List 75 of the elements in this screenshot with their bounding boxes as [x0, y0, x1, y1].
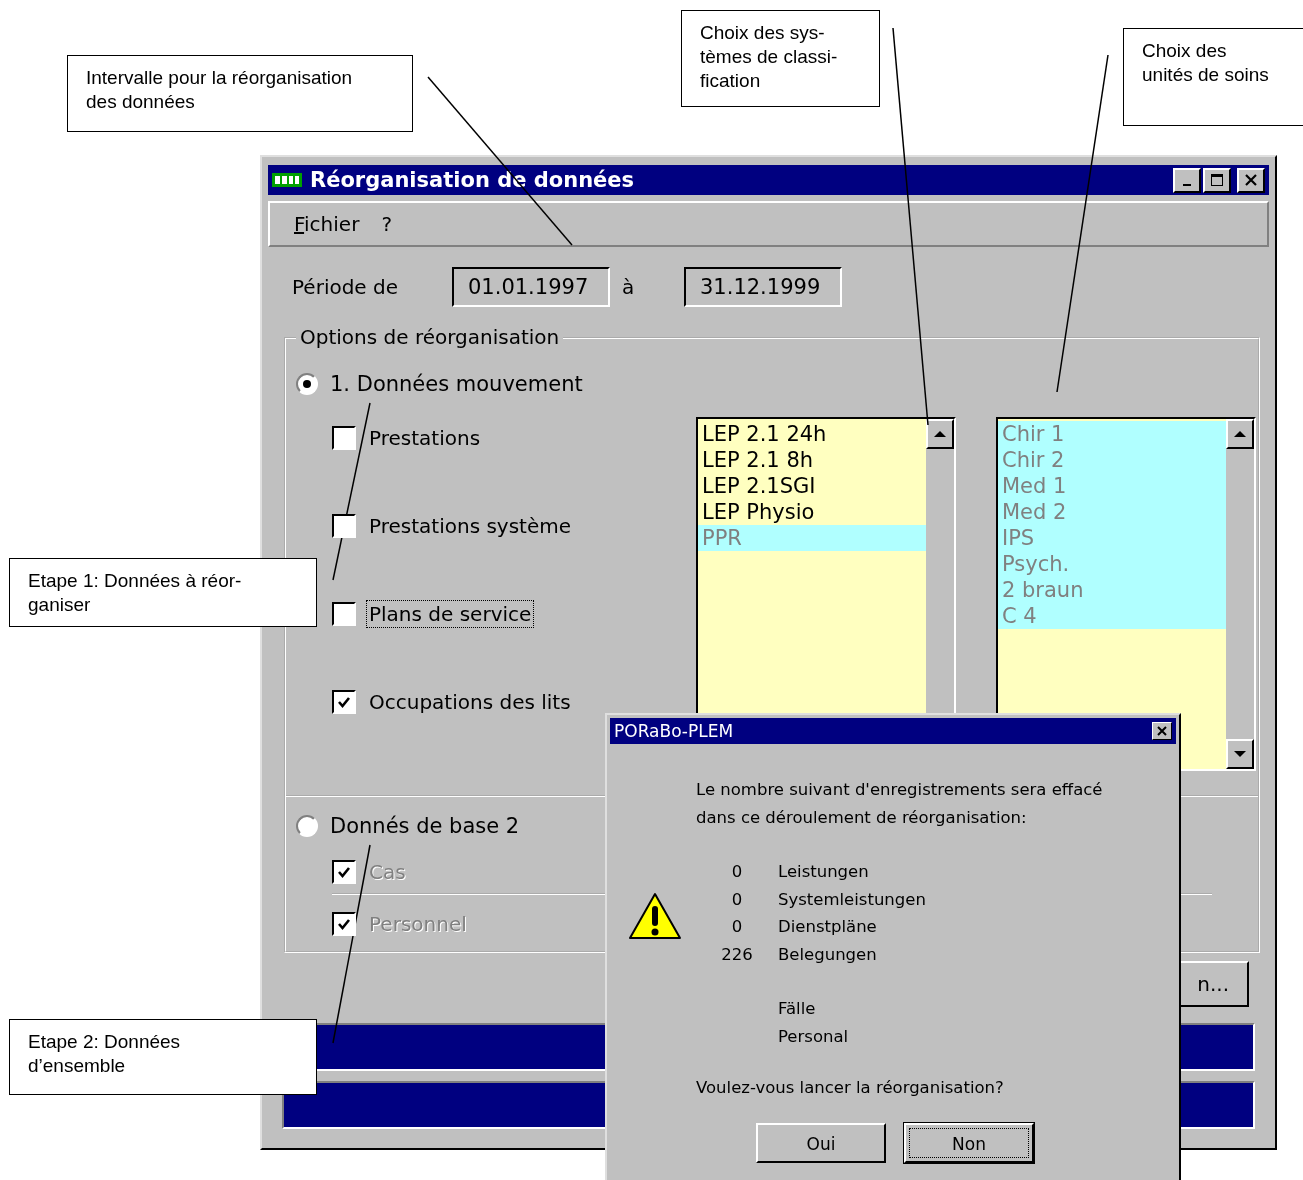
list-item[interactable]: PPR	[698, 525, 926, 551]
checkbox-label: Prestations système	[368, 513, 572, 540]
dialog-title: PORaBo-PLEM	[614, 721, 734, 741]
record-count: 0	[731, 889, 743, 909]
scrollbar[interactable]	[1226, 419, 1254, 769]
checkbox[interactable]	[332, 426, 356, 450]
list-item[interactable]: Chir 1	[998, 421, 1226, 447]
list-item[interactable]: Med 2	[998, 499, 1226, 525]
scroll-down-button[interactable]	[1226, 739, 1254, 769]
checkbox-label: Prestations	[368, 425, 482, 452]
app-icon	[272, 173, 302, 187]
record-count: 0	[731, 862, 743, 882]
dialog-button[interactable]: Oui	[756, 1123, 886, 1163]
dialog-button[interactable]: Non	[904, 1123, 1034, 1163]
callout-text: Choix des sys- tèmes de classi- fication	[681, 10, 880, 107]
scroll-up-button[interactable]	[1226, 419, 1254, 449]
checkbox-label: Personnel	[368, 911, 468, 938]
checkbox-label: Occupations des lits	[368, 689, 572, 716]
minimize-icon	[1183, 184, 1191, 186]
triangle-up-icon	[933, 430, 947, 438]
date-separator: à	[621, 275, 636, 299]
list-item[interactable]: LEP 2.1SGI	[698, 473, 926, 499]
record-type: Personal	[778, 1026, 849, 1046]
triangle-down-icon	[1233, 750, 1247, 758]
window-title: Réorganisation de données	[310, 168, 636, 192]
maximize-icon	[1210, 173, 1224, 187]
record-type: Dienstpläne	[778, 917, 877, 937]
menu-item[interactable]: ?	[381, 212, 392, 236]
list-item[interactable]: LEP Physio	[698, 499, 926, 525]
list-item[interactable]: LEP 2.1 8h	[698, 447, 926, 473]
checkbox[interactable]	[332, 602, 356, 626]
menu-item[interactable]: Fichier	[294, 212, 360, 236]
record-count: 0	[731, 917, 743, 937]
list-item[interactable]: Chir 2	[998, 447, 1226, 473]
scroll-up-button[interactable]	[926, 419, 954, 449]
checkmark-icon	[337, 865, 351, 879]
group-legend: Options de réorganisation	[296, 325, 564, 349]
checkmark-icon	[337, 917, 351, 931]
dialog-message: Le nombre suivant d'enregistrements sera effacé dans ce déroulement de réorganisation:	[696, 779, 1104, 829]
minimize-button[interactable]	[1173, 167, 1201, 193]
list-item[interactable]: C 4	[998, 603, 1226, 629]
record-type: Leistungen	[778, 862, 869, 882]
radio-button[interactable]	[296, 815, 318, 837]
record-type: Fälle	[778, 999, 816, 1019]
radio-button[interactable]	[296, 373, 318, 395]
list-item[interactable]: 2 braun	[998, 577, 1226, 603]
period-label: Période de	[292, 275, 400, 299]
close-icon	[1157, 726, 1167, 736]
checkmark-icon	[337, 695, 351, 709]
list-item[interactable]: Psych.	[998, 551, 1226, 577]
checkbox[interactable]	[332, 514, 356, 538]
checkbox[interactable]	[332, 690, 356, 714]
record-type: Belegungen	[778, 944, 877, 964]
close-icon	[1244, 173, 1258, 187]
end-date-field[interactable]: 31.12.1999	[684, 267, 842, 307]
callout-text: Choix des unités de soins	[1123, 28, 1303, 126]
start-date-field[interactable]: 01.01.1997	[452, 267, 610, 307]
callout-text: Intervalle pour la réorganisation des données	[67, 55, 413, 132]
close-button[interactable]	[1152, 722, 1172, 740]
warning-icon	[628, 892, 682, 942]
maximize-button[interactable]	[1203, 167, 1231, 193]
record-count: 226	[721, 944, 753, 964]
checkbox-label: Plans de service	[366, 600, 535, 628]
list-item[interactable]: Med 1	[998, 473, 1226, 499]
triangle-up-icon	[1233, 430, 1247, 438]
callout-text: Etape 2: Données d’ensemble	[9, 1019, 317, 1095]
callout-text: Etape 1: Données à réor- ganiser	[9, 558, 317, 627]
checkbox-label: Cas	[368, 859, 407, 886]
radio-label: Donnés de base 2	[330, 814, 520, 838]
close-button[interactable]	[1237, 167, 1265, 193]
radio-label: 1. Données mouvement	[330, 372, 583, 396]
list-item[interactable]: LEP 2.1 24h	[698, 421, 926, 447]
record-type: Systemleistungen	[778, 889, 926, 909]
list-item[interactable]: IPS	[998, 525, 1226, 551]
dialog-question: Voulez-vous lancer la réorganisation?	[696, 1078, 1005, 1097]
